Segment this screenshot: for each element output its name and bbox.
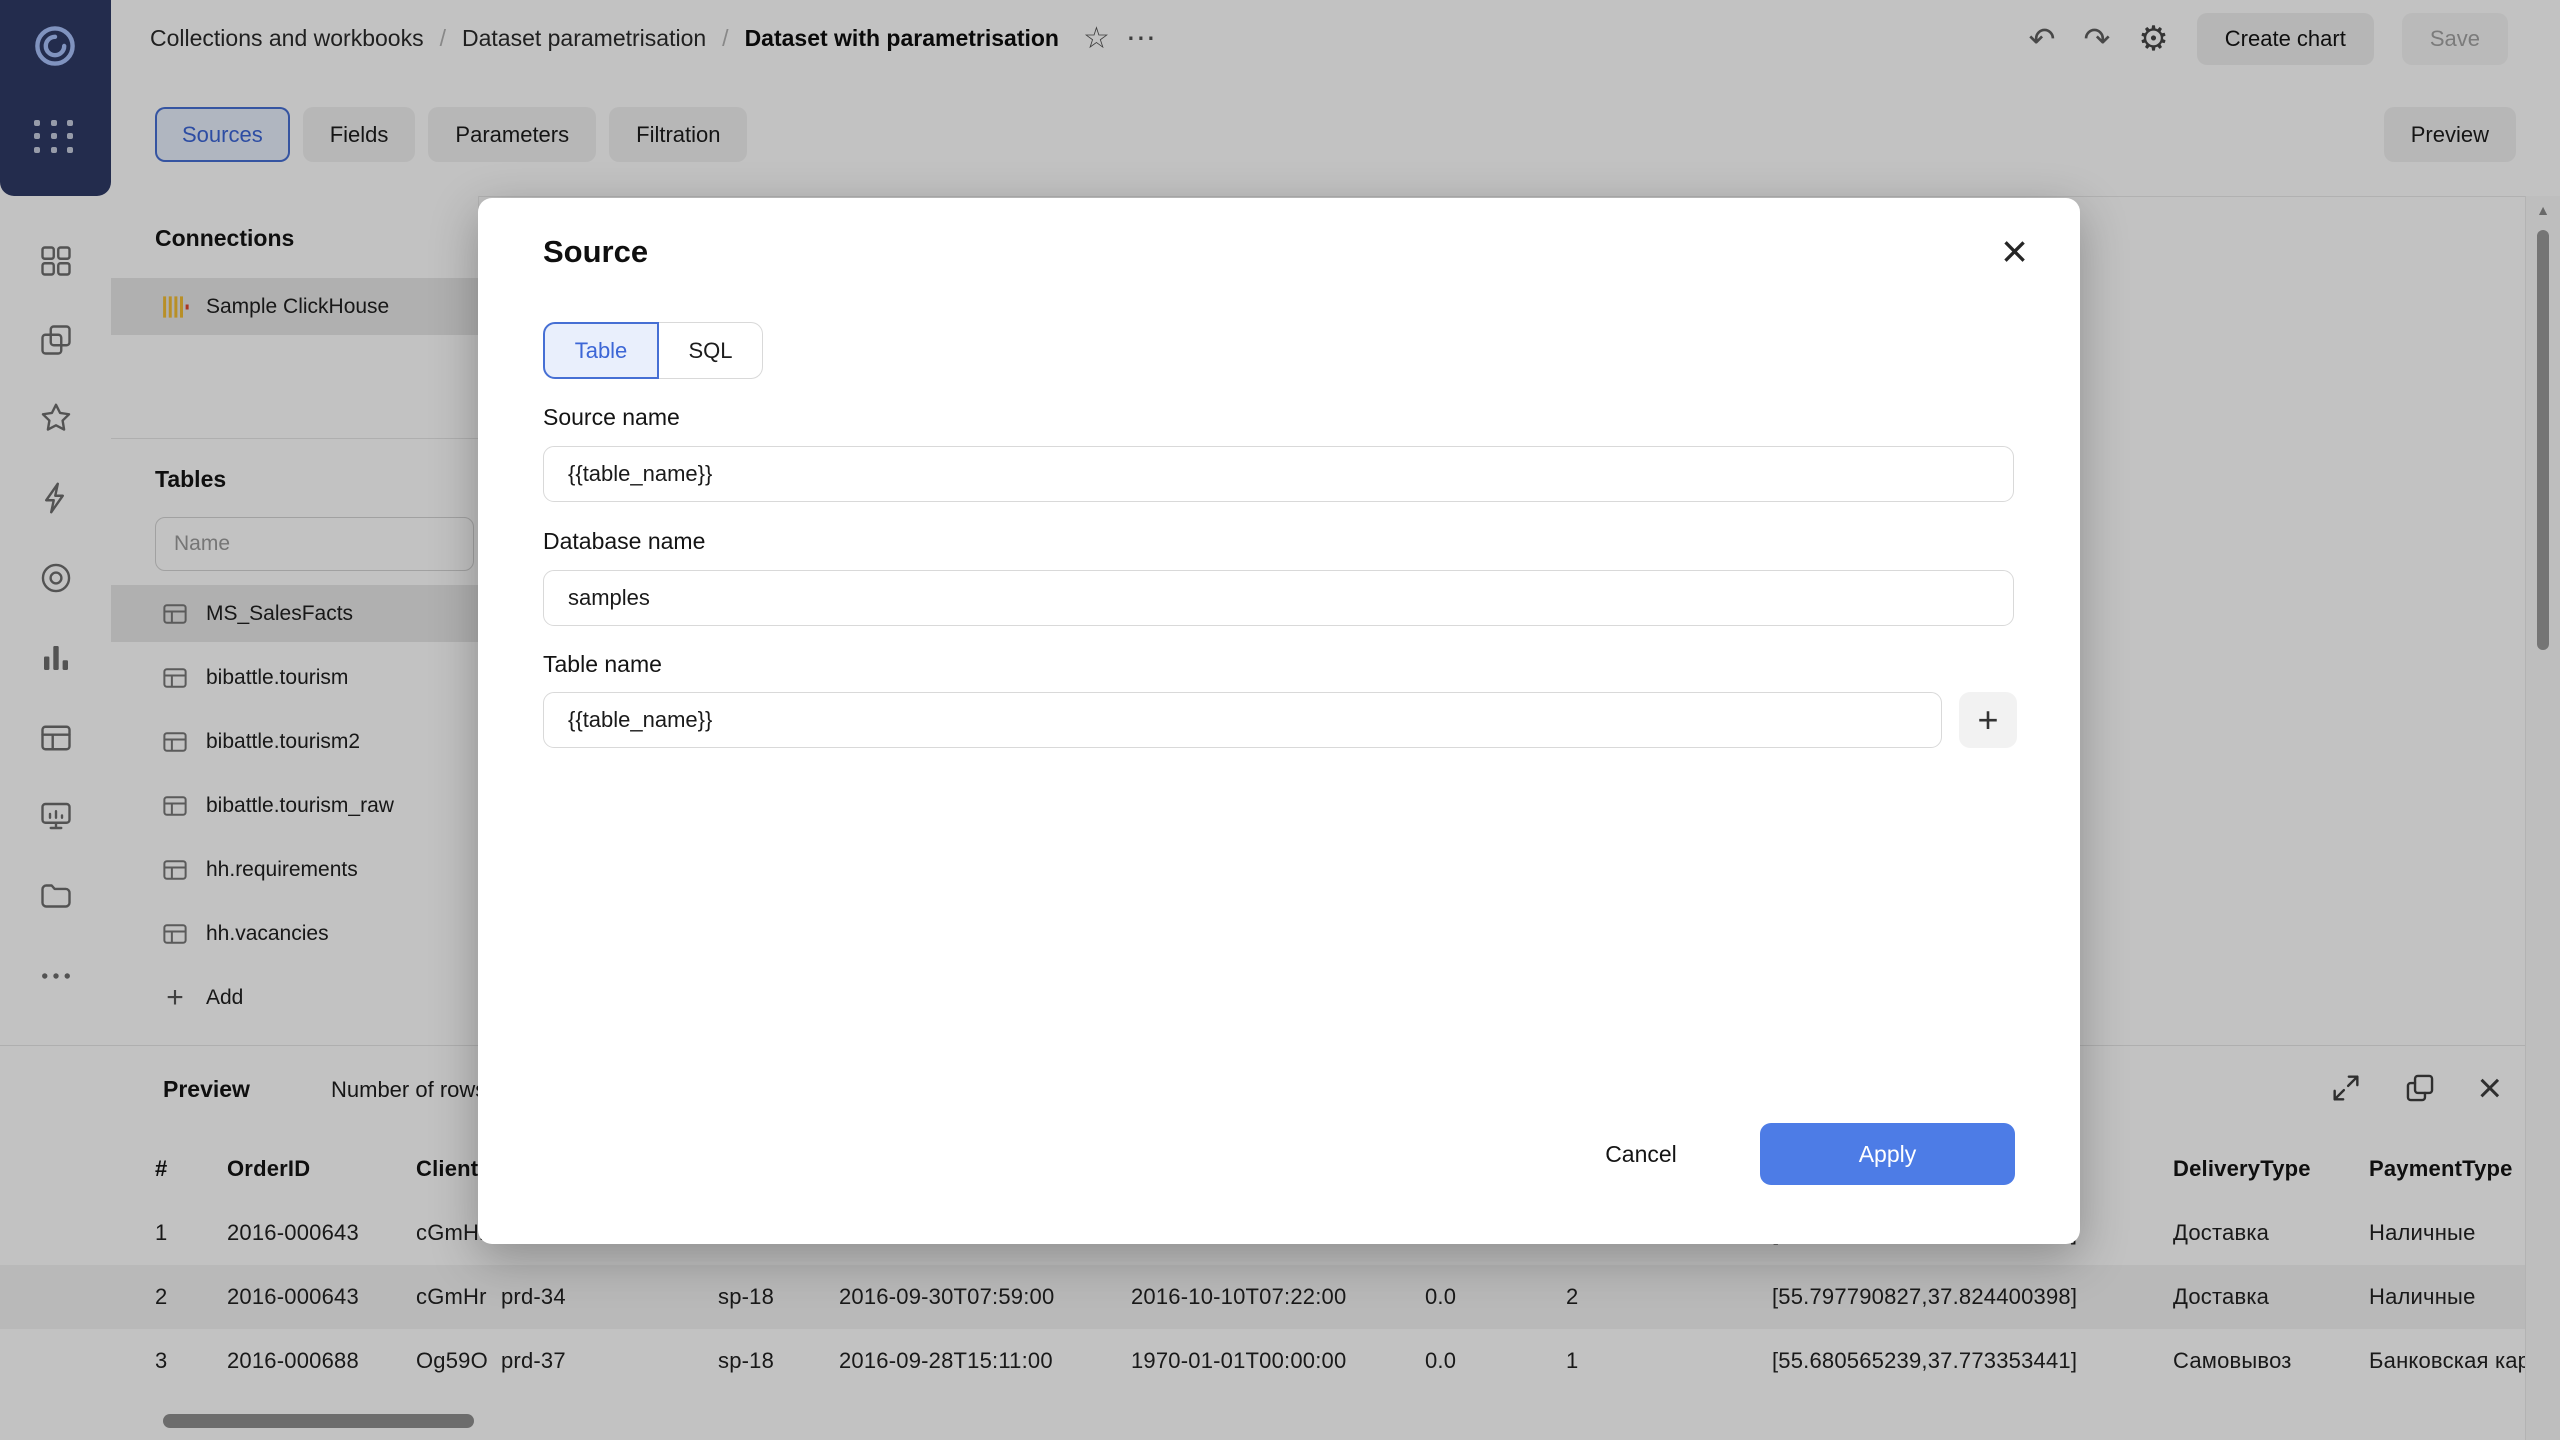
cancel-button[interactable]: Cancel bbox=[1551, 1123, 1731, 1185]
source-name-input[interactable] bbox=[543, 446, 2014, 502]
dialog-title: Source bbox=[543, 234, 648, 270]
app-screen: ⚙ ◀ Collections and workbooks / Dataset … bbox=[0, 0, 2560, 1440]
add-table-name-button[interactable]: + bbox=[1959, 692, 2017, 748]
apply-button[interactable]: Apply bbox=[1760, 1123, 2015, 1185]
plus-icon: + bbox=[1977, 702, 1998, 738]
source-type-sql-tab[interactable]: SQL bbox=[659, 322, 763, 379]
source-type-switch: Table SQL bbox=[543, 322, 763, 379]
table-name-label: Table name bbox=[543, 651, 662, 678]
source-dialog: Source × Table SQL Source name Database … bbox=[478, 198, 2080, 1244]
database-name-label: Database name bbox=[543, 528, 705, 555]
table-name-input[interactable] bbox=[543, 692, 1942, 748]
close-dialog-icon[interactable]: × bbox=[2001, 228, 2028, 274]
database-name-input[interactable] bbox=[543, 570, 2014, 626]
source-name-label: Source name bbox=[543, 404, 680, 431]
source-type-table-tab[interactable]: Table bbox=[543, 322, 659, 379]
